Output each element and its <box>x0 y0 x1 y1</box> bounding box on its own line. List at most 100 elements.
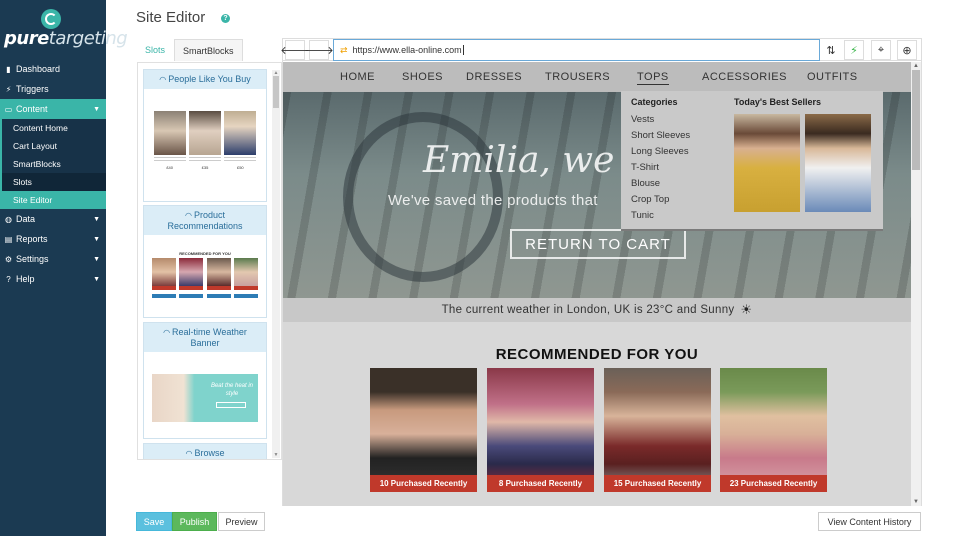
slot-product-recommendations[interactable]: ◠ Product Recommendations RECOMMENDED FOR… <box>143 205 267 318</box>
product-thumbnail <box>179 258 204 290</box>
product-thumbnail <box>188 111 221 155</box>
site-nav-outfits[interactable]: OUTFITS <box>807 71 858 83</box>
slot-title: ◠ Browse <box>144 444 266 459</box>
nav-content[interactable]: ▭ Content ▼ <box>0 99 106 119</box>
swap-icon: ⇄ <box>340 44 348 55</box>
gear-icon: ⚙ <box>4 254 13 264</box>
category-link[interactable]: Blouse <box>631 178 660 189</box>
scroll-thumb[interactable] <box>273 76 279 108</box>
bestsellers-title: Today's Best Sellers <box>734 97 822 107</box>
zoom-icon[interactable]: ⊕ <box>897 40 917 60</box>
publish-button[interactable]: Publish <box>172 512 217 531</box>
lightning-icon[interactable]: ⚡ <box>844 40 864 60</box>
product-card[interactable]: 10 Purchased Recently <box>370 368 477 492</box>
product-card[interactable]: 15 Purchased Recently <box>604 368 711 492</box>
site-nav-accessories[interactable]: ACCESSORIES <box>702 71 787 83</box>
chevron-down-icon: ▼ <box>93 255 100 263</box>
tops-mega-menu: Categories Vests Short Sleeves Long Slee… <box>621 91 883 231</box>
caption <box>153 157 186 163</box>
bestseller-product-image[interactable] <box>734 114 800 212</box>
subnav-slots[interactable]: Slots <box>2 173 106 191</box>
url-input[interactable]: ⇄ https://www.ella-online.com <box>333 39 820 61</box>
purchased-badge: 15 Purchased Recently <box>604 475 711 492</box>
forward-arrow-icon[interactable]: 🡒 <box>304 40 334 60</box>
weather-banner: The current weather in London, UK is 23°… <box>283 298 911 322</box>
scroll-down-arrow-icon[interactable]: ▼ <box>911 498 921 506</box>
slot-people-like-you-buy[interactable]: ◠ People Like You Buy £40 £35 £50 <box>143 69 267 202</box>
bolt-icon: ⚡ <box>5 84 12 94</box>
category-link[interactable]: Long Sleeves <box>631 146 689 157</box>
logo[interactable]: puretargeting <box>0 0 128 58</box>
content-icon: ▭ <box>4 104 13 114</box>
nav-dashboard[interactable]: ▮ Dashboard <box>0 59 106 79</box>
subnav-site-editor[interactable]: Site Editor <box>2 191 106 209</box>
site-preview-browser: 🡐 🡒 ⇄ https://www.ella-online.com ⇅ ⚡ ⌖ … <box>280 38 922 506</box>
purchased-badge: 23 Purchased Recently <box>720 475 827 492</box>
slot-weather-banner[interactable]: ◠ Real-time Weather Banner Beat the heat … <box>143 322 267 439</box>
view-content-history-button[interactable]: View Content History <box>818 512 921 531</box>
slot-list-scrollbar[interactable]: ▲ ▼ <box>272 70 280 458</box>
logo-icon <box>41 9 61 29</box>
product-card[interactable]: 8 Purchased Recently <box>487 368 594 492</box>
document-icon: ▤ <box>4 234 13 244</box>
tab-slots[interactable]: Slots <box>136 39 174 61</box>
slot-browse[interactable]: ◠ Browse <box>143 443 267 459</box>
subnav-cart-layout[interactable]: Cart Layout <box>2 137 106 155</box>
mini-button <box>151 294 176 298</box>
nav-data[interactable]: ◍ Data ▼ <box>0 209 106 229</box>
recommendations-section: RECOMMENDED FOR YOU 10 Purchased Recentl… <box>283 322 911 506</box>
category-link[interactable]: Vests <box>631 114 654 125</box>
scroll-thumb[interactable] <box>912 70 920 170</box>
price: £35 <box>201 165 209 170</box>
mini-button <box>206 294 231 298</box>
caption <box>224 157 257 163</box>
product-image <box>720 368 827 488</box>
return-to-cart-button[interactable]: RETURN TO CART <box>510 229 686 259</box>
nav-triggers[interactable]: ⚡ Triggers <box>0 79 106 99</box>
slot-title: ◠ Real-time Weather Banner <box>144 323 266 352</box>
site-nav-dresses[interactable]: DRESSES <box>466 71 522 83</box>
content-subnav: Content Home Cart Layout SmartBlocks Slo… <box>0 119 106 209</box>
scroll-up-arrow-icon[interactable]: ▲ <box>911 62 921 70</box>
location-pin-icon[interactable]: ⌖ <box>871 40 891 60</box>
nav-reports[interactable]: ▤ Reports ▼ <box>0 229 106 249</box>
category-link[interactable]: Crop Top <box>631 194 669 205</box>
chevron-down-icon: ▼ <box>93 235 100 243</box>
eye-icon: ◠ <box>163 328 171 337</box>
bookmark-icon: ▮ <box>6 64 11 74</box>
site-nav-shoes[interactable]: SHOES <box>402 71 443 83</box>
tab-smartblocks[interactable]: SmartBlocks <box>174 39 243 61</box>
category-link[interactable]: Tunic <box>631 210 654 221</box>
eye-icon: ◠ <box>184 211 192 220</box>
nav-settings[interactable]: ⚙ Settings ▼ <box>0 249 106 269</box>
weather-thumb-button <box>216 402 246 408</box>
bestseller-product-image[interactable] <box>805 114 871 212</box>
preview-button[interactable]: Preview <box>218 512 265 531</box>
nav-help[interactable]: ? Help ▼ <box>0 269 106 289</box>
product-thumbnail <box>206 258 231 290</box>
category-link[interactable]: T-Shirt <box>631 162 659 173</box>
subnav-content-home[interactable]: Content Home <box>2 119 106 137</box>
save-button[interactable]: Save <box>136 512 172 531</box>
product-thumbnail <box>151 258 176 290</box>
refresh-icon[interactable]: ⇅ <box>821 40 841 60</box>
recommendations-title: RECOMMENDED FOR YOU <box>495 346 699 363</box>
main-nav: ▮ Dashboard ⚡ Triggers ▭ Content ▼ Conte… <box>0 59 106 289</box>
product-thumbnail <box>224 111 257 155</box>
product-thumbnail <box>153 111 186 155</box>
back-arrow-icon[interactable]: 🡐 <box>280 40 310 60</box>
product-card[interactable]: 23 Purchased Recently <box>720 368 827 492</box>
eye-icon: ◠ <box>185 449 193 458</box>
scroll-down-arrow-icon[interactable]: ▼ <box>272 452 280 458</box>
slot-title: ◠ People Like You Buy <box>144 70 266 89</box>
viewport-scrollbar[interactable]: ▲ ▼ <box>911 62 921 506</box>
site-nav-home[interactable]: HOME <box>340 71 375 83</box>
slot-preview: RECOMMENDED FOR YOU <box>144 235 266 298</box>
question-icon: ? <box>6 274 11 284</box>
logo-text: puretargeting <box>4 28 128 49</box>
site-nav-trousers[interactable]: TROUSERS <box>545 71 610 83</box>
category-link[interactable]: Short Sleeves <box>631 130 690 141</box>
site-nav-tops[interactable]: TOPS <box>637 71 669 85</box>
subnav-smartblocks[interactable]: SmartBlocks <box>2 155 106 173</box>
help-icon[interactable]: ? <box>221 14 230 23</box>
